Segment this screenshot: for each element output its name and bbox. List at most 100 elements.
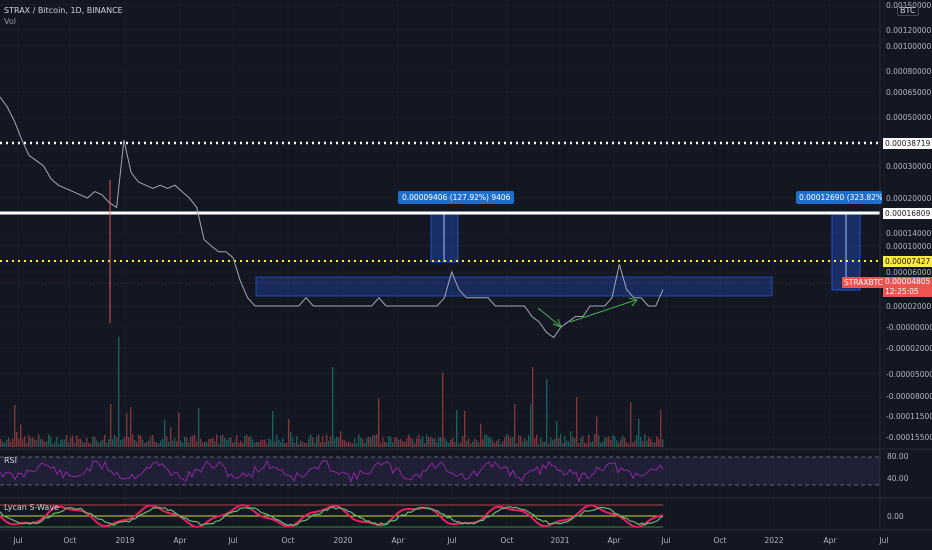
volume-bar	[54, 441, 56, 447]
volume-bar	[638, 418, 640, 447]
volume-bar	[134, 440, 136, 447]
volume-bar	[18, 438, 20, 447]
symbol-legend: STRAX / Bitcoin, 1D, BINANCE	[4, 6, 123, 15]
volume-bar	[502, 441, 504, 447]
volume-bar	[148, 440, 150, 447]
volume-bar	[344, 440, 346, 447]
price-tick-label: 0.00120000	[886, 26, 932, 35]
price-tick-label: 0.00002000	[886, 302, 932, 311]
volume-bar	[578, 443, 580, 447]
volume-bar	[602, 441, 604, 447]
volume-bar	[616, 440, 618, 447]
volume-bar	[258, 441, 260, 447]
volume-bar	[558, 438, 560, 447]
volume-bar	[244, 435, 246, 447]
volume-bar	[32, 437, 34, 447]
volume-bar	[594, 434, 596, 447]
volume-bar	[500, 443, 502, 447]
volume-bar	[430, 436, 432, 447]
volume-bar	[138, 434, 140, 447]
volume-bar	[384, 441, 386, 447]
price-tick-label: -0.00015500	[886, 433, 932, 442]
volume-bar	[232, 442, 234, 447]
volume-bar	[512, 437, 514, 447]
volume-bar	[634, 440, 636, 447]
volume-bar	[66, 435, 68, 447]
volume-bar	[206, 441, 208, 447]
volume-bar	[78, 439, 80, 447]
currency-badge[interactable]: BTC	[897, 5, 919, 16]
time-tick-label: Jul	[227, 536, 237, 545]
volume-bar	[338, 437, 340, 447]
volume-bar	[230, 436, 232, 447]
volume-bar	[564, 436, 566, 447]
lycan-axis-0: 0.00	[887, 512, 904, 521]
volume-bar	[368, 436, 370, 447]
volume-bar	[510, 437, 512, 447]
volume-bar	[242, 442, 244, 447]
volume-bar	[454, 442, 456, 447]
volume-bar	[624, 438, 626, 447]
volume-bar	[72, 435, 74, 447]
volume-bar	[168, 441, 170, 447]
volume-bar	[456, 409, 458, 447]
volume-bar	[478, 442, 480, 447]
volume-bar	[294, 443, 296, 447]
price-tick-label: 0.00010000	[886, 242, 932, 251]
volume-bar	[158, 443, 160, 447]
volume-bar	[468, 438, 470, 447]
volume-bar	[356, 443, 358, 447]
volume-bar	[590, 441, 592, 447]
measure-label-2: 0.00012690 (323.82%) 12690	[796, 191, 882, 204]
volume-bar	[252, 439, 254, 447]
volume-bar	[2, 441, 4, 447]
volume-bar	[188, 442, 190, 447]
volume-bar	[224, 437, 226, 447]
volume-bar	[542, 441, 544, 447]
volume-bar	[210, 439, 212, 447]
volume-bar	[652, 442, 654, 447]
volume-bar	[572, 436, 574, 447]
volume-bar	[588, 434, 590, 447]
level-tag-2: 0.00016809	[883, 208, 932, 219]
volume-bar	[464, 410, 466, 447]
volume-bar	[568, 441, 570, 447]
volume-bar	[408, 434, 410, 447]
time-tick-label: 2021	[550, 536, 569, 545]
volume-bar	[312, 437, 314, 447]
volume-bar	[606, 437, 608, 447]
volume-bar	[112, 439, 114, 447]
volume-bar	[172, 440, 174, 447]
volume-bar	[104, 434, 106, 447]
volume-bar	[94, 436, 96, 447]
volume-bar	[58, 443, 60, 447]
symbol-price-tag: STRAXBTC	[842, 277, 886, 288]
volume-bar	[70, 437, 72, 447]
price-tick-label: 0.00014000	[886, 229, 932, 238]
volume-bar	[446, 441, 448, 447]
current-price-tag: 0.00004805 12:25:05	[883, 277, 932, 297]
volume-bar	[310, 434, 312, 447]
volume-bar	[556, 420, 558, 447]
volume-bar	[6, 439, 8, 447]
volume-bar	[274, 441, 276, 447]
volume-bar	[250, 436, 252, 447]
price-tick-label: -0.00002000	[886, 344, 932, 353]
volume-bar	[162, 439, 164, 447]
volume-bar	[16, 431, 18, 447]
volume-bar	[382, 437, 384, 447]
volume-bar	[562, 442, 564, 447]
volume-bar	[282, 438, 284, 447]
volume-bar	[540, 437, 542, 447]
volume-bar	[434, 438, 436, 447]
volume-bar	[116, 437, 118, 447]
price-chart[interactable]: Jul Oct 2019 Apr Jul Oct 2020 Apr Jul Oct 2021 Apr J…	[0, 0, 932, 550]
volume-bar	[228, 438, 230, 447]
volume-bar	[276, 434, 278, 447]
volume-bar	[136, 441, 138, 447]
volume-bar	[494, 442, 496, 447]
volume-bar	[508, 435, 510, 447]
volume-bar	[24, 436, 26, 447]
volume-bar	[492, 440, 494, 447]
volume-bar	[84, 442, 86, 447]
